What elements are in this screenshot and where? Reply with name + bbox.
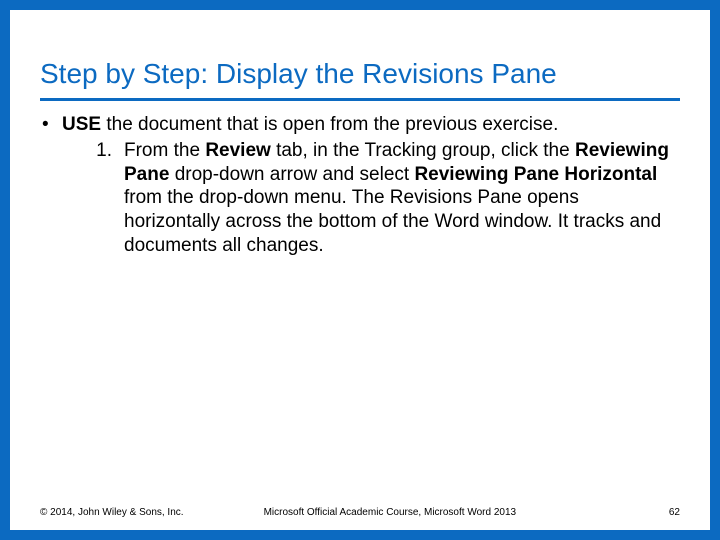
t3: tab, in the Tracking group, click the xyxy=(271,140,575,161)
number-marker: 1. xyxy=(90,139,124,258)
list-item: 1. From the Review tab, in the Tracking … xyxy=(62,139,680,258)
t2: Review xyxy=(205,140,270,161)
t1: From the xyxy=(124,140,205,161)
t7: from the drop-down menu. The Revisions P… xyxy=(124,187,661,256)
bullet-marker: • xyxy=(40,113,62,258)
footer-center: Microsoft Official Academic Course, Micr… xyxy=(184,507,669,518)
slide-title: Step by Step: Display the Revisions Pane xyxy=(40,58,680,96)
t5: drop-down arrow and select xyxy=(175,164,415,185)
title-underline xyxy=(40,98,680,101)
slide-content: • USE the document that is open from the… xyxy=(40,113,680,258)
bullet-lead-bold: USE xyxy=(62,114,101,135)
bullet-item: • USE the document that is open from the… xyxy=(40,113,680,258)
numbered-list: 1. From the Review tab, in the Tracking … xyxy=(62,139,680,258)
bullet-text: USE the document that is open from the p… xyxy=(62,113,680,258)
t6: Reviewing Pane Horizontal xyxy=(414,164,657,185)
bullet-lead-rest: the document that is open from the previ… xyxy=(101,114,558,135)
slide-footer: © 2014, John Wiley & Sons, Inc. Microsof… xyxy=(40,507,680,518)
footer-page-number: 62 xyxy=(669,507,680,518)
slide-frame: Step by Step: Display the Revisions Pane… xyxy=(0,0,720,540)
step-text: From the Review tab, in the Tracking gro… xyxy=(124,139,680,258)
footer-copyright: © 2014, John Wiley & Sons, Inc. xyxy=(40,507,184,518)
